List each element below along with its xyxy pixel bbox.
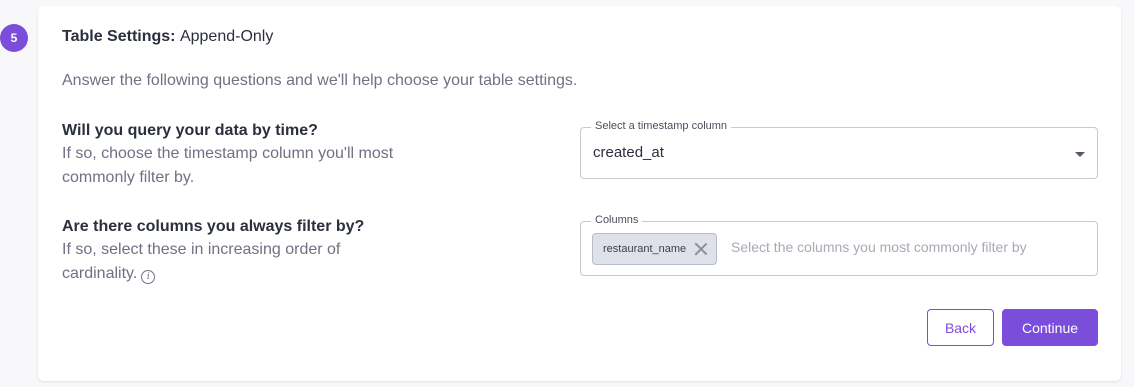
card-title: Table Settings: Append-Only — [62, 28, 273, 46]
question-time: Will you query your data by time? If so,… — [62, 120, 402, 190]
caret-down-icon[interactable] — [1075, 152, 1085, 157]
settings-card: Table Settings: Append-Only Answer the f… — [38, 6, 1121, 381]
close-icon[interactable] — [694, 242, 708, 256]
column-chip: restaurant_name — [592, 233, 718, 265]
step-number: 5 — [10, 31, 18, 45]
step-number-badge: 5 — [0, 24, 28, 52]
question-help: If so, select these in increasing order … — [62, 238, 402, 286]
question-title: Are there columns you always filter by? — [62, 218, 365, 235]
question-help: If so, choose the timestamp column you'l… — [62, 145, 394, 186]
card-title-prefix: Table Settings: — [62, 28, 176, 45]
timestamp-select-value: created_at — [593, 144, 664, 161]
back-button[interactable]: Back — [927, 309, 994, 346]
question-help-text: If so, select these in increasing order … — [62, 241, 341, 282]
column-chip-label: restaurant_name — [603, 243, 687, 255]
columns-select-label: Columns — [591, 214, 643, 226]
columns-multiselect[interactable]: Columns restaurant_name — [580, 214, 1098, 276]
continue-button[interactable]: Continue — [1002, 309, 1098, 346]
page: 5 Table Settings: Append-Only Answer the… — [0, 0, 1134, 387]
question-title: Will you query your data by time? — [62, 122, 318, 139]
intro-text: Answer the following questions and we'll… — [62, 72, 578, 89]
columns-search-input[interactable] — [731, 239, 1081, 255]
question-filter-columns: Are there columns you always filter by? … — [62, 216, 402, 286]
info-icon[interactable]: i — [141, 270, 156, 284]
timestamp-column-select[interactable]: Select a timestamp column created_at — [580, 120, 1098, 179]
timestamp-select-label: Select a timestamp column — [591, 120, 732, 132]
card-title-mode: Append-Only — [179, 28, 274, 45]
